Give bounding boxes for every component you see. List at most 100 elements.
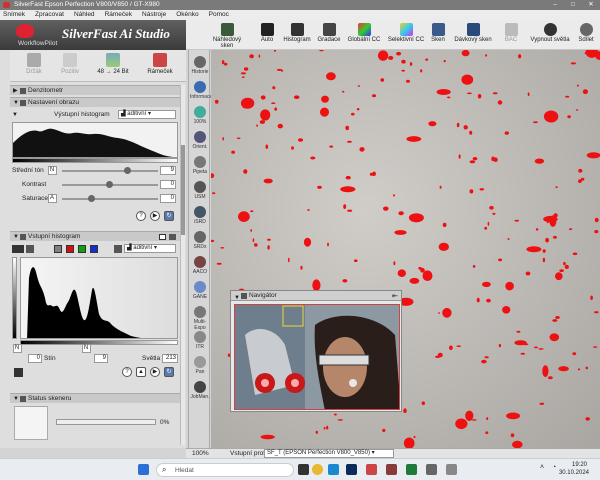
menu-item-ramecek[interactable]: Rámeček: [105, 10, 132, 20]
menu-item-nahled[interactable]: Náhled: [74, 10, 95, 20]
play-button[interactable]: ▶: [150, 367, 160, 377]
menu-item-okenko[interactable]: Okénko: [176, 10, 198, 20]
frame-button[interactable]: Rámeček: [140, 52, 180, 80]
crosshair-icon[interactable]: [26, 245, 34, 253]
output-hist-menu-icon[interactable]: ▼: [12, 110, 18, 120]
channel-green-button[interactable]: [78, 245, 86, 253]
settings-icon[interactable]: [446, 464, 457, 475]
menu-item-pomoc[interactable]: Pomoc: [209, 10, 229, 20]
side-tool-orient-[interactable]: Orient.: [190, 129, 210, 155]
midtone-mode-key[interactable]: N: [48, 166, 57, 175]
side-tool-jobman-[interactable]: JobMan.: [190, 379, 210, 405]
help-button[interactable]: ?: [136, 211, 146, 221]
maximize-button[interactable]: □: [564, 0, 582, 10]
saturation-value-field[interactable]: 0: [160, 194, 176, 203]
app-icon[interactable]: [386, 464, 397, 475]
midtone-slider[interactable]: [62, 167, 158, 174]
selective-cc-button[interactable]: Selektivní CC: [386, 22, 426, 50]
scan-button[interactable]: Sken: [421, 22, 455, 50]
help-button[interactable]: ?: [122, 367, 132, 377]
side-tool-100-[interactable]: 100%: [190, 104, 210, 130]
navigator-header[interactable]: ▼ Navigátor ⇤: [231, 291, 401, 301]
clock-time[interactable]: 19:20: [563, 462, 587, 468]
side-tool-pan[interactable]: Pan: [190, 354, 210, 380]
side-tool-usm[interactable]: USM: [190, 179, 210, 205]
menu-item-snimek[interactable]: Snímek: [3, 10, 25, 20]
detach-icon[interactable]: ⇤: [392, 292, 398, 302]
bitdepth-button[interactable]: 48 → 24 Bit: [90, 52, 136, 80]
saturation-slider[interactable]: [62, 195, 158, 202]
side-tool-historie[interactable]: Historie: [190, 54, 210, 80]
side-tool-pipeta[interactable]: Pipeta: [190, 154, 210, 180]
share-button[interactable]: Sdílet: [572, 22, 600, 50]
side-tool-srdx[interactable]: SRDx: [190, 229, 210, 255]
menu-item-nastroje[interactable]: Nástroje: [142, 10, 166, 20]
input-profile-select[interactable]: SF_T (EPSON Perfection V800_V850) ▾: [264, 449, 394, 458]
midtone-slider-knob[interactable]: [124, 167, 131, 174]
side-tool-itr[interactable]: ITR: [190, 329, 210, 355]
excel-icon[interactable]: [406, 464, 417, 475]
contrast-value-field[interactable]: 0: [160, 180, 176, 189]
task-view-icon[interactable]: [298, 464, 309, 475]
side-tool-isrd[interactable]: iSRD: [190, 204, 210, 230]
silverfast-taskbar-icon[interactable]: [366, 464, 377, 475]
reset-button[interactable]: ↻: [164, 367, 174, 377]
graduation-cap-icon[interactable]: ▲: [136, 367, 146, 377]
input-mid-mode-key[interactable]: N: [82, 344, 91, 353]
pencil-icon[interactable]: [14, 368, 23, 377]
input-left-mode-key[interactable]: N: [13, 344, 22, 353]
side-tool-multi-expo[interactable]: Multi-Expo: [190, 304, 210, 331]
scrollbar-thumb[interactable]: [181, 145, 185, 235]
side-tool-informace[interactable]: Informace: [190, 79, 212, 105]
left-panel-scrollbar[interactable]: [180, 85, 185, 445]
prescan-button[interactable]: Náhledový sken: [207, 22, 247, 50]
chrome-icon[interactable]: [312, 464, 323, 475]
gradation-button[interactable]: Gradace: [312, 22, 346, 50]
explorer-icon[interactable]: [426, 464, 437, 475]
bw-eyedropper-icon[interactable]: [12, 245, 24, 253]
photoshop-icon[interactable]: [346, 464, 357, 475]
clock-date[interactable]: 30.10.2024: [555, 470, 589, 476]
tray-chevron-icon[interactable]: ˄: [540, 464, 544, 471]
side-tool-gane[interactable]: GANE: [190, 279, 210, 305]
side-tool-aaco[interactable]: AACO: [190, 254, 210, 280]
midpoint-value-field[interactable]: 9: [94, 354, 108, 363]
output-mode-select[interactable]: ▟ aditivní ▾: [118, 110, 176, 119]
input-mode-select[interactable]: ▟ aditivní ▾: [124, 244, 176, 253]
navigator-window[interactable]: ▼ Navigátor ⇤: [230, 290, 402, 412]
densitometer-header[interactable]: ▶ Denzitometr: [10, 85, 180, 95]
image-settings-header[interactable]: ▼ Nastavení obrazu: [10, 97, 180, 107]
auto-contrast-icon[interactable]: [114, 245, 122, 253]
play-button[interactable]: ▶: [150, 211, 160, 221]
menu-item-zpracovat[interactable]: Zpracovat: [35, 10, 64, 20]
histogram-button[interactable]: Histogram: [279, 22, 315, 50]
channel-gray-button[interactable]: [54, 245, 62, 253]
start-icon[interactable]: [138, 464, 149, 475]
input-histogram-header[interactable]: ▼ Vstupní histogram: [10, 231, 180, 241]
holder-button[interactable]: Držák: [14, 52, 54, 80]
channel-blue-button[interactable]: [90, 245, 98, 253]
saturation-mode-key[interactable]: A: [48, 194, 57, 203]
camera-icon[interactable]: [169, 234, 176, 240]
workflowpilot-label[interactable]: WorkflowPilot: [18, 40, 57, 47]
edge-icon[interactable]: [328, 464, 339, 475]
shadow-value-field[interactable]: 0: [28, 354, 42, 363]
minimize-button[interactable]: –: [546, 0, 564, 10]
saturation-slider-knob[interactable]: [88, 195, 95, 202]
global-cc-button[interactable]: Globální CC: [344, 22, 384, 50]
navigator-thumbnail[interactable]: [234, 304, 400, 410]
contrast-slider-knob[interactable]: [106, 181, 113, 188]
bac-button[interactable]: BAC: [494, 22, 528, 50]
batch-scan-button[interactable]: Dávkový sken: [451, 22, 495, 50]
taskbar-search-box[interactable]: ⌕ Hledat: [156, 463, 294, 477]
lights-off-button[interactable]: Vypnout světla: [526, 22, 574, 50]
close-button[interactable]: ✕: [582, 0, 600, 10]
contrast-slider[interactable]: [62, 181, 158, 188]
highlight-value-field[interactable]: 213: [162, 354, 178, 363]
positive-button[interactable]: Pozitiv: [50, 52, 90, 80]
reset-button[interactable]: ↻: [164, 211, 174, 221]
scanner-status-header[interactable]: ▼ Status skeneru: [10, 393, 180, 403]
midtone-value-field[interactable]: 9: [160, 166, 176, 175]
enable-checkbox[interactable]: [159, 234, 166, 240]
channel-red-button[interactable]: [66, 245, 74, 253]
